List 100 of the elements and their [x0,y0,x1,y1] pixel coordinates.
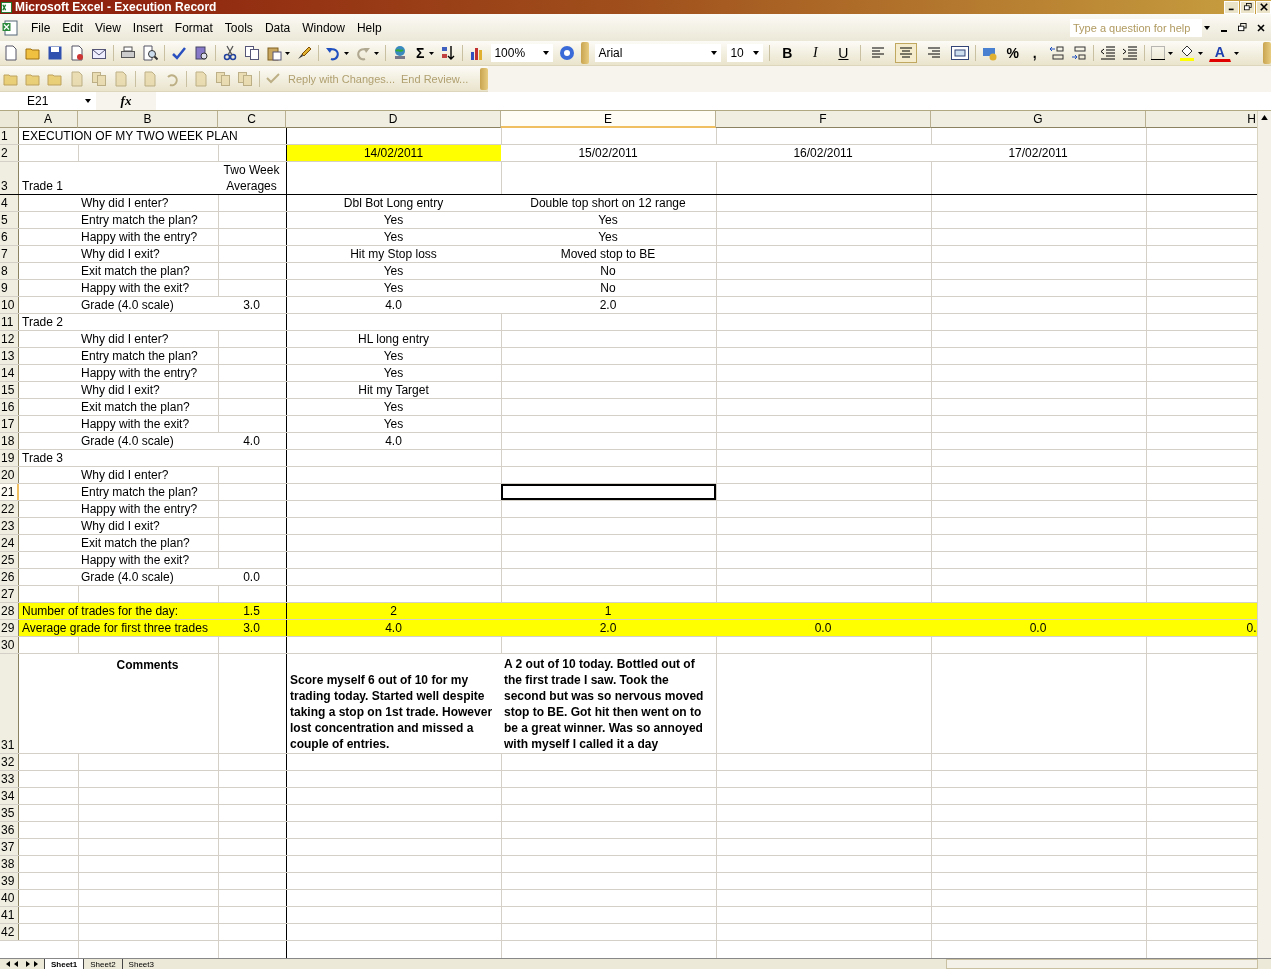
row-header[interactable]: 28 [0,603,19,619]
print-preview-icon[interactable] [142,45,158,61]
menu-item[interactable]: Edit [57,18,89,37]
help-search-field[interactable]: Type a question for help [1070,18,1202,37]
row-header[interactable]: 7 [0,246,19,262]
row-header[interactable]: 32 [0,754,19,770]
row-header[interactable]: 27 [0,586,19,602]
row-header[interactable]: 42 [0,924,19,940]
scroll-up-icon[interactable] [1261,115,1268,120]
column-header[interactable]: C [218,111,286,128]
column-header[interactable]: D [286,111,501,128]
row-header[interactable]: 3 [0,162,19,194]
row-header[interactable]: 34 [0,788,19,804]
paste-icon[interactable] [266,45,282,61]
row-header[interactable]: 37 [0,839,19,855]
row-header[interactable]: 21 [0,484,19,500]
row-header[interactable]: 13 [0,348,19,364]
row-header[interactable]: 16 [0,399,19,415]
selected-cell[interactable] [501,484,716,500]
italic-button[interactable]: I [804,43,827,63]
function-button[interactable]: fx [96,92,156,110]
fill-bucket-icon[interactable] [1178,45,1195,61]
horizontal-scrollbar[interactable] [946,959,1258,969]
row-header[interactable]: 1 [0,128,19,144]
row-header[interactable]: 35 [0,805,19,821]
zoom-dropdown[interactable]: 100% [491,44,554,62]
bold-button[interactable]: B [776,43,799,63]
menu-item[interactable]: Format [169,18,218,37]
row-header[interactable]: 24 [0,535,19,551]
align-center-button[interactable] [895,43,918,63]
font-size-dropdown[interactable]: 10 [727,44,764,62]
row-header[interactable]: 17 [0,416,19,432]
menu-item[interactable]: View [90,18,126,37]
row-header[interactable]: 6 [0,229,19,245]
row-header[interactable]: 14 [0,365,19,381]
increase-indent-icon[interactable] [1121,46,1138,60]
column-header[interactable]: G [931,111,1146,128]
decrease-indent-icon[interactable] [1099,46,1116,60]
column-header[interactable]: F [716,111,931,128]
toolbar-grip[interactable] [581,42,590,64]
font-color-button[interactable]: A [1208,44,1231,62]
row-header[interactable]: 8 [0,263,19,279]
menu-item[interactable]: File [26,18,56,37]
book-icon[interactable] [193,45,209,61]
column-header[interactable]: H [1146,111,1257,128]
row-header[interactable]: 4 [0,195,19,211]
row-header[interactable]: 22 [0,501,19,517]
column-header[interactable]: E [501,111,716,128]
increase-decimal-icon[interactable] [1048,45,1065,61]
row-header[interactable]: 19 [0,450,19,466]
save-icon[interactable] [47,45,63,61]
menu-item[interactable]: Insert [127,18,168,37]
underline-button[interactable]: U [832,43,855,63]
row-header[interactable]: 26 [0,569,19,585]
close-icon[interactable] [1257,23,1265,32]
caret-icon[interactable] [1167,51,1173,55]
restore-button[interactable] [1240,0,1255,14]
row-header[interactable]: 29 [0,620,19,636]
row-header[interactable]: 9 [0,280,19,296]
font-dropdown[interactable]: Arial [595,44,722,62]
row-header[interactable]: 20 [0,467,19,483]
decrease-decimal-icon[interactable] [1070,45,1087,61]
row-header[interactable]: 23 [0,518,19,534]
menu-item[interactable]: Data [259,18,296,37]
restore-icon[interactable] [1238,23,1247,32]
sum-button[interactable]: Σ [414,45,427,61]
row-header[interactable]: 39 [0,873,19,889]
row-header[interactable]: 18 [0,433,19,449]
sheet-navigation-icon[interactable] [4,960,40,968]
row-header[interactable]: 31 [0,654,19,753]
caret-icon[interactable] [285,51,290,55]
row-header[interactable]: 33 [0,771,19,787]
row-header[interactable]: 5 [0,212,19,228]
row-header[interactable]: 15 [0,382,19,398]
merge-cells-icon[interactable] [951,46,970,60]
globe-link-icon[interactable] [392,45,408,61]
row-header[interactable]: 12 [0,331,19,347]
caret-icon[interactable] [1197,51,1203,55]
row-header[interactable]: 40 [0,890,19,906]
caret-icon[interactable] [344,51,349,55]
caret-icon[interactable] [429,51,435,55]
caret-icon[interactable] [1233,51,1239,55]
comma-button[interactable]: , [1026,45,1043,61]
column-header[interactable]: B [78,111,218,128]
print-icon[interactable] [120,45,136,61]
copy-icon[interactable] [244,45,260,61]
row-header[interactable]: 11 [0,314,19,330]
caret-icon[interactable] [374,51,379,55]
menu-item[interactable]: Window [297,18,350,37]
row-header[interactable]: 30 [0,637,19,653]
spelling-check-icon[interactable] [171,45,187,61]
sort-icon[interactable] [440,45,457,61]
borders-icon[interactable] [1150,46,1165,60]
menu-item[interactable]: Tools [219,18,258,37]
cut-icon[interactable] [222,45,238,61]
new-document-icon[interactable] [3,45,19,61]
menu-item[interactable]: Help [351,18,387,37]
undo-icon[interactable] [325,45,341,61]
paintbrush-icon[interactable] [296,45,312,61]
row-header[interactable]: 25 [0,552,19,568]
